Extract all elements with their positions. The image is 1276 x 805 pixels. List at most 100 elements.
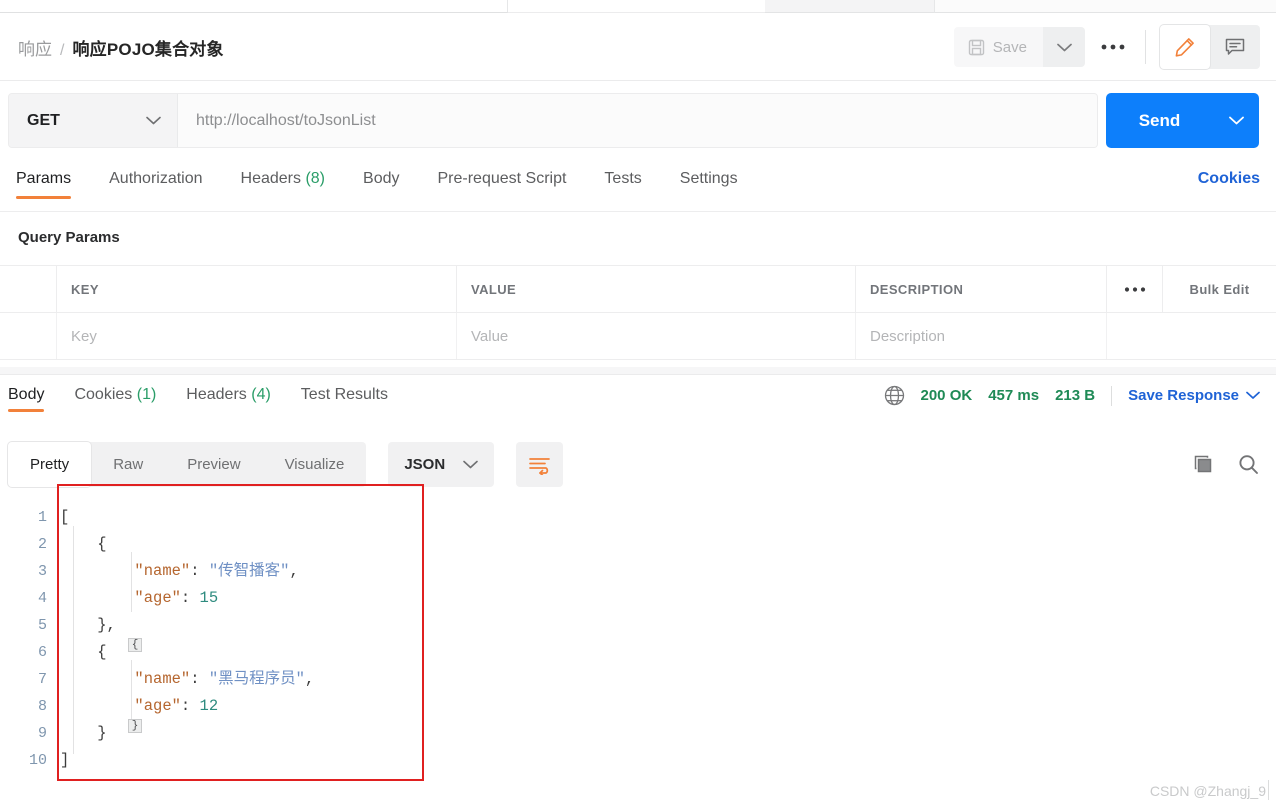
- code-line-8: "age": 12: [60, 693, 314, 720]
- header-actions: Save: [953, 14, 1276, 80]
- header-icon-group: [1160, 25, 1260, 69]
- row-spacer-1: [1107, 313, 1163, 359]
- response-body-toolbar: Pretty Raw Preview Visualize JSON: [0, 441, 1276, 488]
- description-input[interactable]: Description: [856, 313, 1107, 359]
- response-tab-test-results[interactable]: Test Results: [301, 381, 388, 404]
- tab-body[interactable]: Body: [363, 160, 399, 188]
- code-token: ]: [60, 751, 70, 769]
- response-tab-headers-label: Headers: [186, 386, 247, 403]
- watermark: CSDN @Zhangj_9: [1149, 783, 1266, 799]
- code-token: "age": [60, 589, 181, 607]
- code-token: },: [60, 616, 116, 634]
- value-input-placeholder: Value: [471, 327, 509, 345]
- bulk-edit-button[interactable]: Bulk Edit: [1163, 266, 1276, 312]
- code-token: :: [180, 589, 200, 607]
- tab-settings[interactable]: Settings: [680, 160, 738, 188]
- code-token: 15: [199, 589, 219, 607]
- row-checkbox[interactable]: [0, 313, 57, 359]
- word-wrap-button[interactable]: [516, 442, 564, 487]
- breadcrumb-separator: /: [60, 41, 65, 59]
- tab-params-label: Params: [16, 170, 72, 187]
- comments-button[interactable]: [1210, 25, 1260, 69]
- chevron-down-icon: [463, 460, 478, 469]
- more-actions-button[interactable]: [1085, 27, 1141, 67]
- tab-slot-4[interactable]: [935, 0, 1276, 13]
- breadcrumb-parent[interactable]: 响应: [18, 35, 52, 60]
- chevron-down-icon: [146, 116, 161, 125]
- copy-icon[interactable]: [1192, 453, 1215, 476]
- tab-params[interactable]: Params: [16, 160, 72, 199]
- tab-slot-2[interactable]: [508, 0, 765, 13]
- table-row: Key Value Description: [0, 313, 1276, 360]
- send-button[interactable]: Send: [1106, 93, 1213, 148]
- response-tab-body[interactable]: Body: [8, 381, 45, 412]
- header-cell-checkbox: [0, 266, 57, 312]
- send-button-group: Send: [1106, 93, 1259, 148]
- code-content[interactable]: [ { "name": "传智播客", "age": 15 }, { "name…: [60, 504, 314, 774]
- response-tab-headers[interactable]: Headers (4): [186, 381, 271, 404]
- line-number: 9: [37, 725, 47, 742]
- response-tab-cookies[interactable]: Cookies (1): [74, 381, 156, 404]
- view-pretty-button[interactable]: Pretty: [8, 442, 92, 487]
- line-number: 4: [37, 590, 47, 607]
- view-preview-button[interactable]: Preview: [165, 442, 262, 487]
- url-bar: GET http://localhost/toJsonList Send: [0, 81, 1276, 160]
- meta-divider: [1111, 385, 1113, 406]
- view-visualize-button[interactable]: Visualize: [263, 442, 367, 487]
- code-line-5: },: [60, 612, 314, 639]
- status-code: 200 OK: [920, 387, 973, 404]
- send-options-button[interactable]: [1213, 93, 1259, 148]
- tab-tests[interactable]: Tests: [604, 160, 641, 188]
- edit-request-button[interactable]: [1160, 25, 1210, 69]
- code-token: "name": [60, 670, 191, 688]
- tab-tests-label: Tests: [604, 170, 642, 187]
- line-number: 6: [37, 644, 47, 661]
- value-input[interactable]: Value: [457, 313, 856, 359]
- tab-slot-3[interactable]: [765, 0, 935, 13]
- params-more-button[interactable]: [1107, 266, 1163, 312]
- save-options-button[interactable]: [1043, 27, 1085, 67]
- comment-icon: [1224, 36, 1246, 58]
- response-time: 457 ms: [988, 387, 1040, 404]
- search-icon[interactable]: [1237, 453, 1260, 476]
- request-url-group: GET http://localhost/toJsonList: [8, 93, 1098, 148]
- code-token: "age": [60, 697, 181, 715]
- tab-pre-request-script[interactable]: Pre-request Script: [437, 160, 566, 188]
- save-button-group: Save: [953, 27, 1085, 67]
- body-view-segments: Pretty Raw Preview Visualize: [8, 442, 367, 487]
- format-selector[interactable]: JSON: [388, 442, 495, 487]
- save-response-label: Save Response: [1128, 387, 1239, 404]
- code-token: :: [190, 670, 209, 688]
- response-tabs: Body Cookies (1) Headers (4) Test Result…: [0, 381, 1276, 431]
- save-button[interactable]: Save: [953, 27, 1043, 67]
- code-line-4: "age": 15: [60, 585, 314, 612]
- code-line-3: "name": "传智播客",: [60, 558, 314, 585]
- method-selector[interactable]: GET: [9, 94, 178, 147]
- line-number: 10: [28, 752, 47, 769]
- chevron-down-icon: [1056, 43, 1072, 52]
- row-spacer-2: [1163, 313, 1276, 359]
- response-body-viewer[interactable]: 1 2 3 4 5 6 7 8 9 10 { } [ { "name": "传智…: [0, 492, 1276, 788]
- save-response-button[interactable]: Save Response: [1128, 387, 1260, 404]
- pencil-icon: [1174, 36, 1196, 58]
- code-token: :: [190, 562, 209, 580]
- word-wrap-icon: [528, 455, 551, 475]
- globe-icon[interactable]: [884, 385, 905, 406]
- ellipsis-icon: [1123, 286, 1147, 293]
- tab-headers[interactable]: Headers (8): [241, 160, 326, 188]
- code-line-1: [: [60, 504, 314, 531]
- code-token: ,: [289, 562, 299, 580]
- code-token: {: [60, 643, 107, 661]
- tab-authorization[interactable]: Authorization: [109, 160, 202, 188]
- response-divider[interactable]: [0, 367, 1276, 375]
- key-input-placeholder: Key: [71, 327, 97, 345]
- cookies-link[interactable]: Cookies: [1198, 160, 1260, 188]
- key-input[interactable]: Key: [57, 313, 457, 359]
- line-number: 7: [37, 671, 47, 688]
- tab-slot-1[interactable]: [0, 0, 508, 13]
- request-tabs: Params Authorization Headers (8) Body Pr…: [0, 160, 1276, 212]
- view-raw-button[interactable]: Raw: [91, 442, 165, 487]
- save-button-label: Save: [992, 38, 1027, 56]
- url-input[interactable]: http://localhost/toJsonList: [178, 94, 1097, 147]
- request-header: 响应 / 响应POJO集合对象 Save: [0, 14, 1276, 81]
